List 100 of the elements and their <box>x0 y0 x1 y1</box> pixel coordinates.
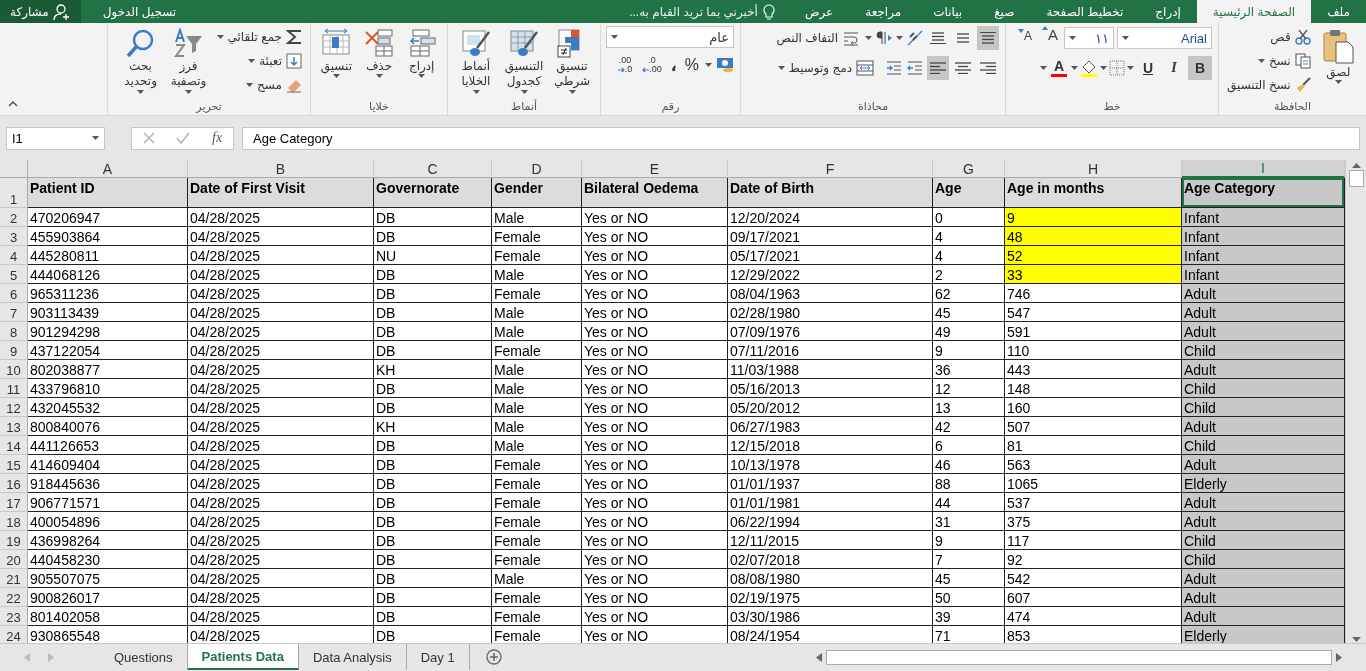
row-header[interactable]: 1 <box>0 178 28 208</box>
row-header[interactable]: 8 <box>0 322 28 341</box>
tell-me-field[interactable]: أخبرني بما تريد القيام به... <box>629 4 758 19</box>
bold-button[interactable]: B <box>1188 56 1212 80</box>
autosum-button[interactable]: جمع تلقائي <box>214 26 304 48</box>
conditional-format-button[interactable]: تنسيق شرطي <box>550 26 594 100</box>
cut-button[interactable]: قص <box>1225 26 1313 48</box>
ribbon-tab[interactable]: تخطيط الصفحة <box>1030 0 1140 23</box>
row-header[interactable]: 3 <box>0 227 28 246</box>
horizontal-scrollbar[interactable] <box>825 649 1332 665</box>
row-header[interactable]: 11 <box>0 379 28 398</box>
sheet-tab[interactable]: Patients Data <box>187 644 299 670</box>
sheet-tab[interactable]: Day 1 <box>406 644 470 670</box>
row-header[interactable]: 2 <box>0 208 28 227</box>
row-header[interactable]: 23 <box>0 607 28 626</box>
italic-button[interactable]: I <box>1162 56 1186 80</box>
wrap-text-button[interactable]: التفاف النص <box>774 27 862 49</box>
name-box[interactable]: I1 <box>6 126 105 150</box>
column-header[interactable]: D <box>492 160 582 178</box>
ribbon-tab[interactable]: إدراج <box>1139 0 1197 23</box>
row-header[interactable]: 5 <box>0 265 28 284</box>
ribbon-tab[interactable]: مراجعة <box>849 0 918 23</box>
table-cell: 6 <box>933 436 1005 455</box>
row-header[interactable]: 17 <box>0 493 28 512</box>
row-header[interactable]: 13 <box>0 417 28 436</box>
table-cell: Elderly <box>1182 474 1345 493</box>
row-header[interactable]: 20 <box>0 550 28 569</box>
column-header[interactable]: E <box>582 160 728 178</box>
number-format-field[interactable]: عام <box>606 26 734 48</box>
row-header[interactable]: 22 <box>0 588 28 607</box>
insert-button[interactable]: إدراج <box>402 26 441 100</box>
ribbon-tab[interactable]: الصفحة الرئيسية <box>1196 0 1312 23</box>
grow-font-button[interactable]: A <box>1039 26 1061 50</box>
row-header[interactable]: 12 <box>0 398 28 417</box>
column-header[interactable]: H <box>1005 160 1182 178</box>
find-select-button[interactable]: بحث وتحديد <box>118 26 163 100</box>
sign-in-link[interactable]: تسجيل الدخول <box>80 0 199 23</box>
font-color-button[interactable]: A <box>1049 59 1069 77</box>
increase-decimal-button[interactable]: .0 .00 <box>639 56 665 74</box>
row-header[interactable]: 7 <box>0 303 28 322</box>
row-header[interactable]: 4 <box>0 246 28 265</box>
caret-icon <box>896 36 903 40</box>
row-header[interactable]: 15 <box>0 455 28 474</box>
row-header[interactable]: 10 <box>0 360 28 379</box>
formula-field[interactable]: Age Category <box>242 126 1360 150</box>
row-header[interactable]: 9 <box>0 341 28 360</box>
column-header[interactable]: F <box>728 160 933 178</box>
row-header[interactable]: 21 <box>0 569 28 588</box>
table-cell: 31 <box>933 512 1005 531</box>
left-align-button[interactable] <box>927 56 949 80</box>
row-header[interactable]: 14 <box>0 436 28 455</box>
table-cell: 92 <box>1005 550 1182 569</box>
table-cell: DB <box>374 474 492 493</box>
underline-button[interactable]: U <box>1136 56 1160 80</box>
table-cell: 455903864 <box>28 227 188 246</box>
font-size-field[interactable]: ١١ <box>1064 27 1114 49</box>
scrollbar-thumb[interactable] <box>1348 170 1364 187</box>
top-align-button[interactable] <box>977 26 999 50</box>
ribbon-tab[interactable]: بيانات <box>917 0 979 23</box>
column-header[interactable]: G <box>933 160 1005 178</box>
decrease-decimal-button[interactable]: .00 .0 <box>614 56 636 74</box>
font-name-field[interactable]: Arial <box>1117 27 1212 49</box>
column-header[interactable]: A <box>28 160 188 178</box>
table-cell: Yes or NO <box>582 379 728 398</box>
sheet-tab[interactable]: Data Analysis <box>298 644 407 670</box>
column-header[interactable]: I <box>1182 160 1345 178</box>
ribbon-tab[interactable]: ملف <box>1311 0 1366 23</box>
copy-button[interactable]: نسخ <box>1225 50 1313 72</box>
percent-button[interactable]: % <box>682 54 701 76</box>
table-cell: 01/01/1981 <box>728 493 933 512</box>
row-header[interactable]: 16 <box>0 474 28 493</box>
row-header[interactable]: 6 <box>0 284 28 303</box>
sort-filter-button[interactable]: فرز وتصفية <box>166 26 211 100</box>
table-cell: 444068126 <box>28 265 188 284</box>
format-as-table-button[interactable]: التنسيق كجدول <box>502 26 546 100</box>
row-header[interactable]: 19 <box>0 531 28 550</box>
row-header[interactable]: 24 <box>0 626 28 643</box>
cell-styles-button[interactable]: أنماط الخلايا <box>454 26 498 100</box>
clear-button[interactable]: مسح <box>214 74 304 96</box>
shrink-font-button[interactable]: A <box>1014 26 1036 50</box>
insert-function-button[interactable]: fx <box>212 130 223 146</box>
table-cell: Child <box>1182 550 1345 569</box>
table-cell: 04/28/2025 <box>188 531 374 550</box>
merge-center-button[interactable]: دمج وتوسيط <box>775 57 876 79</box>
ribbon-tab[interactable]: عرض <box>788 0 850 23</box>
format-painter-button[interactable]: نسخ التنسيق <box>1225 74 1313 96</box>
delete-button[interactable]: حذف <box>359 26 399 100</box>
table-cell: 49 <box>933 322 1005 341</box>
comma-style-button[interactable]: ، <box>668 54 679 76</box>
row-header[interactable]: 18 <box>0 512 28 531</box>
sheet-tab[interactable]: Questions <box>100 644 188 670</box>
paste-button[interactable]: لصق <box>1316 26 1360 100</box>
table-cell: DB <box>374 607 492 626</box>
format-button[interactable]: تنسيق <box>317 26 356 100</box>
column-header[interactable]: B <box>188 160 374 178</box>
column-header[interactable]: C <box>374 160 492 178</box>
fill-button[interactable]: تعبئة <box>214 50 304 72</box>
share-button[interactable]: مشاركة <box>0 0 81 23</box>
table-cell: Infant <box>1182 246 1345 265</box>
ribbon-tab[interactable]: صيغ <box>978 0 1031 23</box>
